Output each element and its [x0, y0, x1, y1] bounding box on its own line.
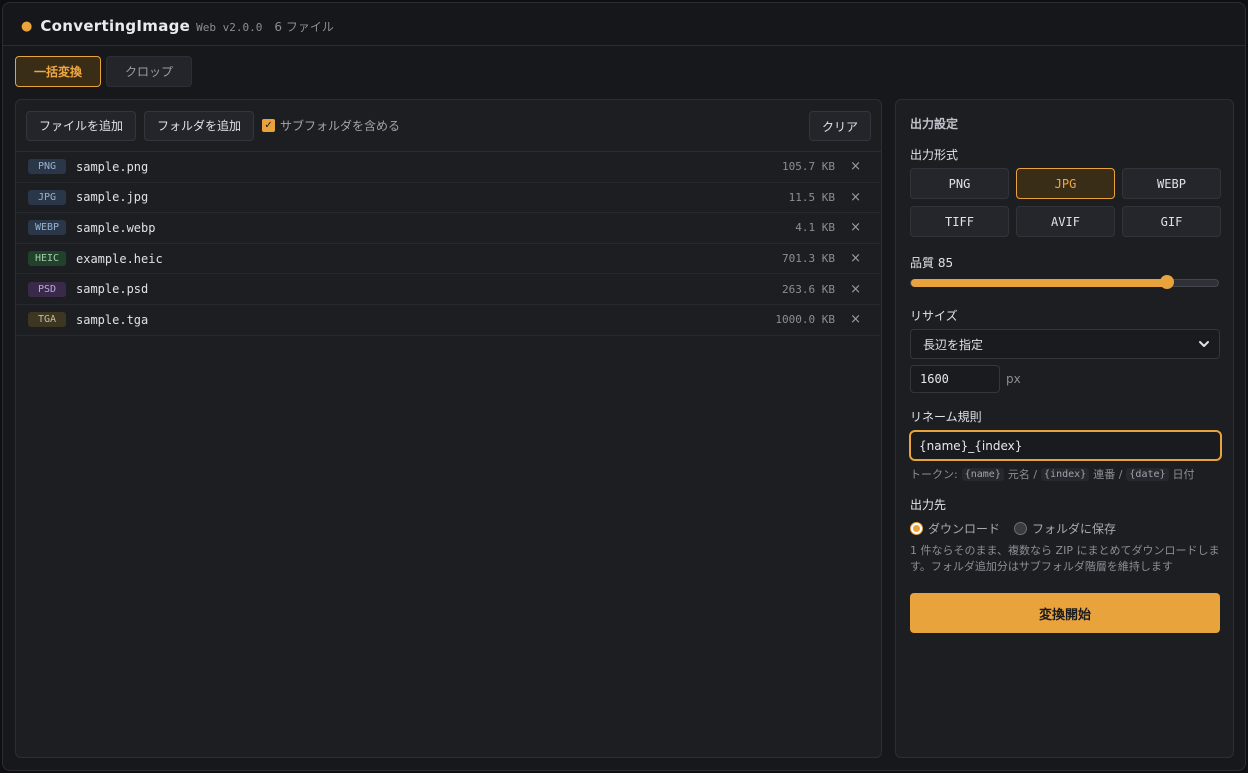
- include-subfolders-label: サブフォルダを含める: [280, 119, 401, 133]
- file-list: PNG sample.png 105.7 KB × JPG sample.jpg 11.5 …: [16, 152, 881, 336]
- token-hint: トークン: {name} 元名 / {index} 連番 / {date} 日付: [910, 466, 1195, 482]
- remove-file-icon[interactable]: ×: [850, 220, 861, 235]
- file-size: 105.7 KB: [782, 160, 835, 174]
- file-type-badge: TGA: [28, 312, 66, 328]
- destination-description: 1 件ならそのまま、複数なら ZIP にまとめてダウンロードします。フォルダ追加…: [910, 544, 1220, 573]
- file-type-badge: PSD: [28, 281, 66, 297]
- file-row[interactable]: JPG sample.jpg 11.5 KB ×: [16, 183, 881, 214]
- app-version: Web v2.0.0: [196, 21, 263, 34]
- file-row[interactable]: HEIC example.heic 701.3 KB ×: [16, 244, 881, 275]
- destination-options: ダウンロード フォルダに保存: [910, 520, 1116, 537]
- quality-label-text: 品質: [910, 256, 935, 270]
- remove-file-icon[interactable]: ×: [850, 312, 861, 327]
- radio-unselected-icon[interactable]: [1014, 522, 1028, 535]
- file-name: example.heic: [76, 251, 163, 266]
- file-type-badge: HEIC: [28, 251, 66, 267]
- file-count: 6 ファイル: [274, 20, 334, 34]
- clear-button[interactable]: クリア: [808, 111, 871, 141]
- include-subfolders-toggle[interactable]: ✓ サブフォルダを含める: [262, 117, 400, 134]
- radio-selected-icon[interactable]: [910, 522, 923, 535]
- app-name: ConvertingImage: [40, 17, 191, 35]
- destination-download-radio[interactable]: ダウンロード: [910, 520, 1000, 537]
- remove-file-icon[interactable]: ×: [850, 159, 861, 174]
- format-option-jpg[interactable]: JPG: [1016, 168, 1115, 199]
- quality-slider[interactable]: [910, 275, 1219, 289]
- resize-value-input[interactable]: 1600: [910, 365, 1000, 393]
- remove-file-icon[interactable]: ×: [850, 190, 861, 205]
- file-row[interactable]: TGA sample.tga 1000.0 KB ×: [16, 305, 881, 336]
- file-name: sample.webp: [76, 220, 156, 235]
- add-folder-button[interactable]: フォルダを追加: [144, 110, 255, 141]
- checkbox-checked-icon[interactable]: ✓: [262, 119, 276, 132]
- file-type-badge: WEBP: [28, 220, 66, 236]
- mode-tabs: 一括変換 クロップ: [15, 56, 193, 87]
- quality-value: 85: [937, 256, 954, 270]
- token-description: 連番 /: [1093, 468, 1123, 481]
- file-size: 1000.0 KB: [775, 313, 835, 327]
- resize-mode-select[interactable]: 長辺を指定: [910, 329, 1220, 359]
- start-convert-button[interactable]: 変換開始: [910, 593, 1220, 633]
- resize-mode-value: 長辺を指定: [923, 337, 984, 352]
- format-option-webp[interactable]: WEBP: [1122, 168, 1221, 199]
- file-size: 4.1 KB: [795, 221, 835, 235]
- file-name: sample.psd: [76, 282, 149, 297]
- quality-label: 品質 85: [910, 254, 953, 271]
- quality-slider-thumb[interactable]: [1159, 275, 1174, 289]
- destination-folder-radio[interactable]: フォルダに保存: [1014, 520, 1116, 537]
- app-window: ● ConvertingImage Web v2.0.0 6 ファイル 一括変換…: [2, 2, 1246, 771]
- file-list-panel: ファイルを追加 フォルダを追加 ✓ サブフォルダを含める クリア PNG samp…: [15, 99, 882, 758]
- format-option-tiff[interactable]: TIFF: [910, 206, 1009, 237]
- file-name: sample.tga: [76, 312, 149, 327]
- destination-folder-label: フォルダに保存: [1032, 522, 1117, 536]
- file-name: sample.jpg: [76, 190, 149, 205]
- file-size: 701.3 KB: [782, 252, 835, 266]
- output-settings-panel: 出力設定 出力形式 PNG JPG WEBP TIFF AVIF GIF 品質 85 リサ…: [895, 99, 1234, 758]
- format-option-avif[interactable]: AVIF: [1016, 206, 1115, 237]
- file-row[interactable]: PSD sample.psd 263.6 KB ×: [16, 274, 881, 305]
- settings-title: 出力設定: [910, 117, 959, 131]
- rename-rule-input[interactable]: {name}_{index}: [909, 430, 1222, 461]
- remove-file-icon[interactable]: ×: [850, 251, 861, 266]
- token-code: {index}: [1041, 467, 1090, 481]
- add-file-button[interactable]: ファイルを追加: [26, 110, 137, 141]
- quality-slider-fill: [911, 279, 1167, 287]
- rename-label: リネーム規則: [910, 410, 982, 424]
- chevron-down-icon: [1199, 341, 1209, 347]
- tab-crop[interactable]: クロップ: [106, 56, 193, 87]
- status-dot-icon: ●: [21, 19, 33, 34]
- title-bar: ● ConvertingImage Web v2.0.0 6 ファイル: [3, 3, 1245, 46]
- token-prefix: トークン:: [910, 468, 958, 481]
- file-type-badge: PNG: [28, 159, 66, 175]
- format-option-gif[interactable]: GIF: [1122, 206, 1221, 237]
- token-code: {date}: [1126, 467, 1169, 481]
- destination-label: 出力先: [910, 498, 947, 512]
- file-toolbar: ファイルを追加 フォルダを追加 ✓ サブフォルダを含める クリア: [16, 100, 881, 152]
- file-row[interactable]: PNG sample.png 105.7 KB ×: [16, 152, 881, 183]
- token-code: {name}: [961, 467, 1004, 481]
- format-label: 出力形式: [910, 148, 959, 162]
- destination-download-label: ダウンロード: [928, 522, 1001, 536]
- token-description: 元名 /: [1007, 468, 1038, 481]
- format-option-png[interactable]: PNG: [910, 168, 1009, 199]
- format-grid: PNG JPG WEBP TIFF AVIF GIF: [910, 168, 1221, 237]
- remove-file-icon[interactable]: ×: [850, 282, 861, 297]
- file-size: 11.5 KB: [788, 190, 835, 204]
- file-type-badge: JPG: [28, 189, 66, 205]
- file-name: sample.png: [76, 159, 149, 174]
- file-size: 263.6 KB: [782, 282, 835, 296]
- resize-label: リサイズ: [910, 309, 958, 323]
- tab-batch-convert[interactable]: 一括変換: [15, 56, 102, 87]
- token-description: 日付: [1172, 468, 1195, 481]
- file-row[interactable]: WEBP sample.webp 4.1 KB ×: [16, 213, 881, 244]
- resize-unit: px: [1006, 372, 1021, 386]
